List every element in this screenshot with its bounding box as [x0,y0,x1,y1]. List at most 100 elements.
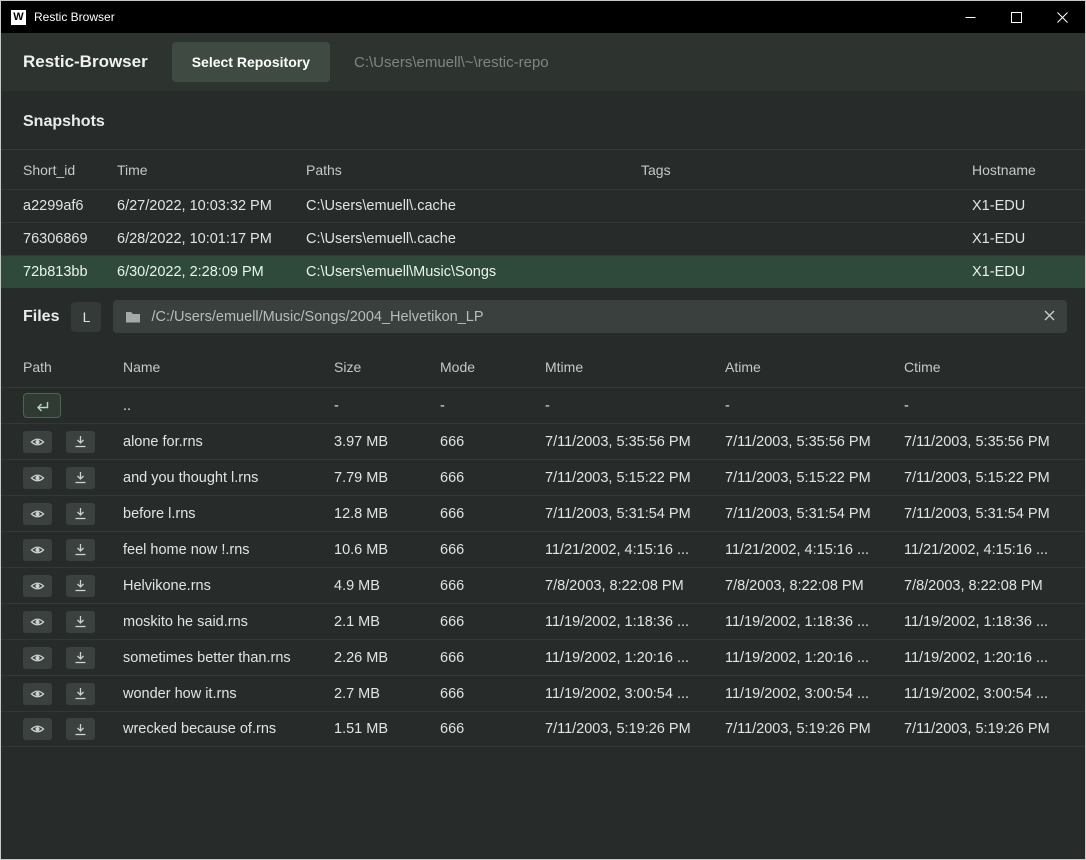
snapshot-row[interactable]: a2299af6 6/27/2022, 10:03:32 PM C:\Users… [1,189,1085,222]
column-hostname: Hostname [972,162,1063,178]
column-tags: Tags [641,162,972,178]
file-row[interactable]: and you thought l.rns 7.79 MB 666 7/11/2… [1,459,1085,495]
download-file-button[interactable] [66,683,95,705]
snapshot-row[interactable]: 72b813bb 6/30/2022, 2:28:09 PM C:\Users\… [1,255,1085,288]
download-file-button[interactable] [66,431,95,453]
file-ctime: 7/11/2003, 5:31:54 PM [904,506,1063,522]
eye-icon [30,580,45,592]
file-atime: 7/11/2003, 5:31:54 PM [725,506,904,522]
select-repository-button[interactable]: Select Repository [172,42,330,82]
snapshot-time: 6/30/2022, 2:28:09 PM [117,264,306,280]
file-row[interactable]: .. - - - - - [1,387,1085,423]
parent-directory-button[interactable] [23,393,61,418]
close-icon [1057,12,1068,23]
column-mode: Mode [440,359,545,375]
preview-file-button[interactable] [23,431,52,453]
download-icon [74,507,87,520]
file-atime: 11/19/2002, 3:00:54 ... [725,686,904,702]
download-icon [74,687,87,700]
file-mode: 666 [440,686,545,702]
file-atime: - [725,398,904,414]
file-mtime: 11/19/2002, 1:18:36 ... [545,614,725,630]
preview-file-button[interactable] [23,611,52,633]
column-mtime: Mtime [545,359,725,375]
file-row[interactable]: alone for.rns 3.97 MB 666 7/11/2003, 5:3… [1,423,1085,459]
file-size: 2.1 MB [334,614,440,630]
file-row[interactable]: sometimes better than.rns 2.26 MB 666 11… [1,639,1085,675]
file-size: - [334,398,440,414]
download-icon [74,651,87,664]
preview-file-button[interactable] [23,683,52,705]
file-name: Helvikone.rns [123,578,334,594]
download-file-button[interactable] [66,611,95,633]
preview-file-button[interactable] [23,718,52,740]
preview-file-button[interactable] [23,467,52,489]
list-mode-button[interactable]: L [71,302,101,332]
titlebar: W Restic Browser [1,1,1085,33]
download-file-button[interactable] [66,539,95,561]
download-file-button[interactable] [66,467,95,489]
eye-icon [30,472,45,484]
column-name: Name [123,359,334,375]
window-controls [947,1,1085,33]
app-logo-icon: W [11,10,26,25]
minimize-icon [965,12,976,23]
file-row[interactable]: moskito he said.rns 2.1 MB 666 11/19/200… [1,603,1085,639]
snapshot-hostname: X1-EDU [972,198,1063,214]
file-size: 2.26 MB [334,650,440,666]
minimize-button[interactable] [947,1,993,33]
file-mtime: - [545,398,725,414]
file-atime: 11/21/2002, 4:15:16 ... [725,542,904,558]
preview-file-button[interactable] [23,575,52,597]
up-arrow-icon [34,399,50,412]
download-file-button[interactable] [66,575,95,597]
snapshot-paths: C:\Users\emuell\.cache [306,231,641,247]
column-time: Time [117,162,306,178]
file-atime: 11/19/2002, 1:20:16 ... [725,650,904,666]
file-row[interactable]: wrecked because of.rns 1.51 MB 666 7/11/… [1,711,1085,747]
snapshot-paths: C:\Users\emuell\Music\Songs [306,264,641,280]
file-row[interactable]: Helvikone.rns 4.9 MB 666 7/8/2003, 8:22:… [1,567,1085,603]
file-ctime: - [904,398,1063,414]
file-mtime: 7/11/2003, 5:31:54 PM [545,506,725,522]
window-title: Restic Browser [34,10,115,24]
file-mode: 666 [440,542,545,558]
file-atime: 7/11/2003, 5:15:22 PM [725,470,904,486]
file-mtime: 7/11/2003, 5:35:56 PM [545,434,725,450]
file-name: moskito he said.rns [123,614,334,630]
file-name: sometimes better than.rns [123,650,334,666]
file-mode: - [440,398,545,414]
files-path-value: /C:/Users/emuell/Music/Songs/2004_Helvet… [151,309,483,325]
download-icon [74,615,87,628]
file-row[interactable]: feel home now !.rns 10.6 MB 666 11/21/20… [1,531,1085,567]
files-path-input[interactable]: /C:/Users/emuell/Music/Songs/2004_Helvet… [113,300,1067,333]
snapshot-short-id: 76306869 [23,231,117,247]
column-size: Size [334,359,440,375]
file-mode: 666 [440,506,545,522]
preview-file-button[interactable] [23,647,52,669]
clear-path-button[interactable] [1044,309,1055,325]
files-table-body: .. - - - - - alone for.rns 3.97 MB 666 7… [1,387,1085,747]
close-button[interactable] [1039,1,1085,33]
file-size: 4.9 MB [334,578,440,594]
file-ctime: 7/8/2003, 8:22:08 PM [904,578,1063,594]
file-name: before l.rns [123,506,334,522]
file-mtime: 7/11/2003, 5:19:26 PM [545,721,725,737]
download-file-button[interactable] [66,647,95,669]
file-size: 3.97 MB [334,434,440,450]
snapshot-row[interactable]: 76306869 6/28/2022, 10:01:17 PM C:\Users… [1,222,1085,255]
snapshots-table-body: a2299af6 6/27/2022, 10:03:32 PM C:\Users… [1,189,1085,288]
file-row[interactable]: wonder how it.rns 2.7 MB 666 11/19/2002,… [1,675,1085,711]
files-section-title: Files [23,308,59,326]
preview-file-button[interactable] [23,503,52,525]
files-bar: Files L /C:/Users/emuell/Music/Songs/200… [1,290,1085,343]
file-size: 10.6 MB [334,542,440,558]
file-row[interactable]: before l.rns 12.8 MB 666 7/11/2003, 5:31… [1,495,1085,531]
preview-file-button[interactable] [23,539,52,561]
snapshot-hostname: X1-EDU [972,231,1063,247]
download-file-button[interactable] [66,718,95,740]
eye-icon [30,436,45,448]
download-file-button[interactable] [66,503,95,525]
eye-icon [30,688,45,700]
maximize-button[interactable] [993,1,1039,33]
